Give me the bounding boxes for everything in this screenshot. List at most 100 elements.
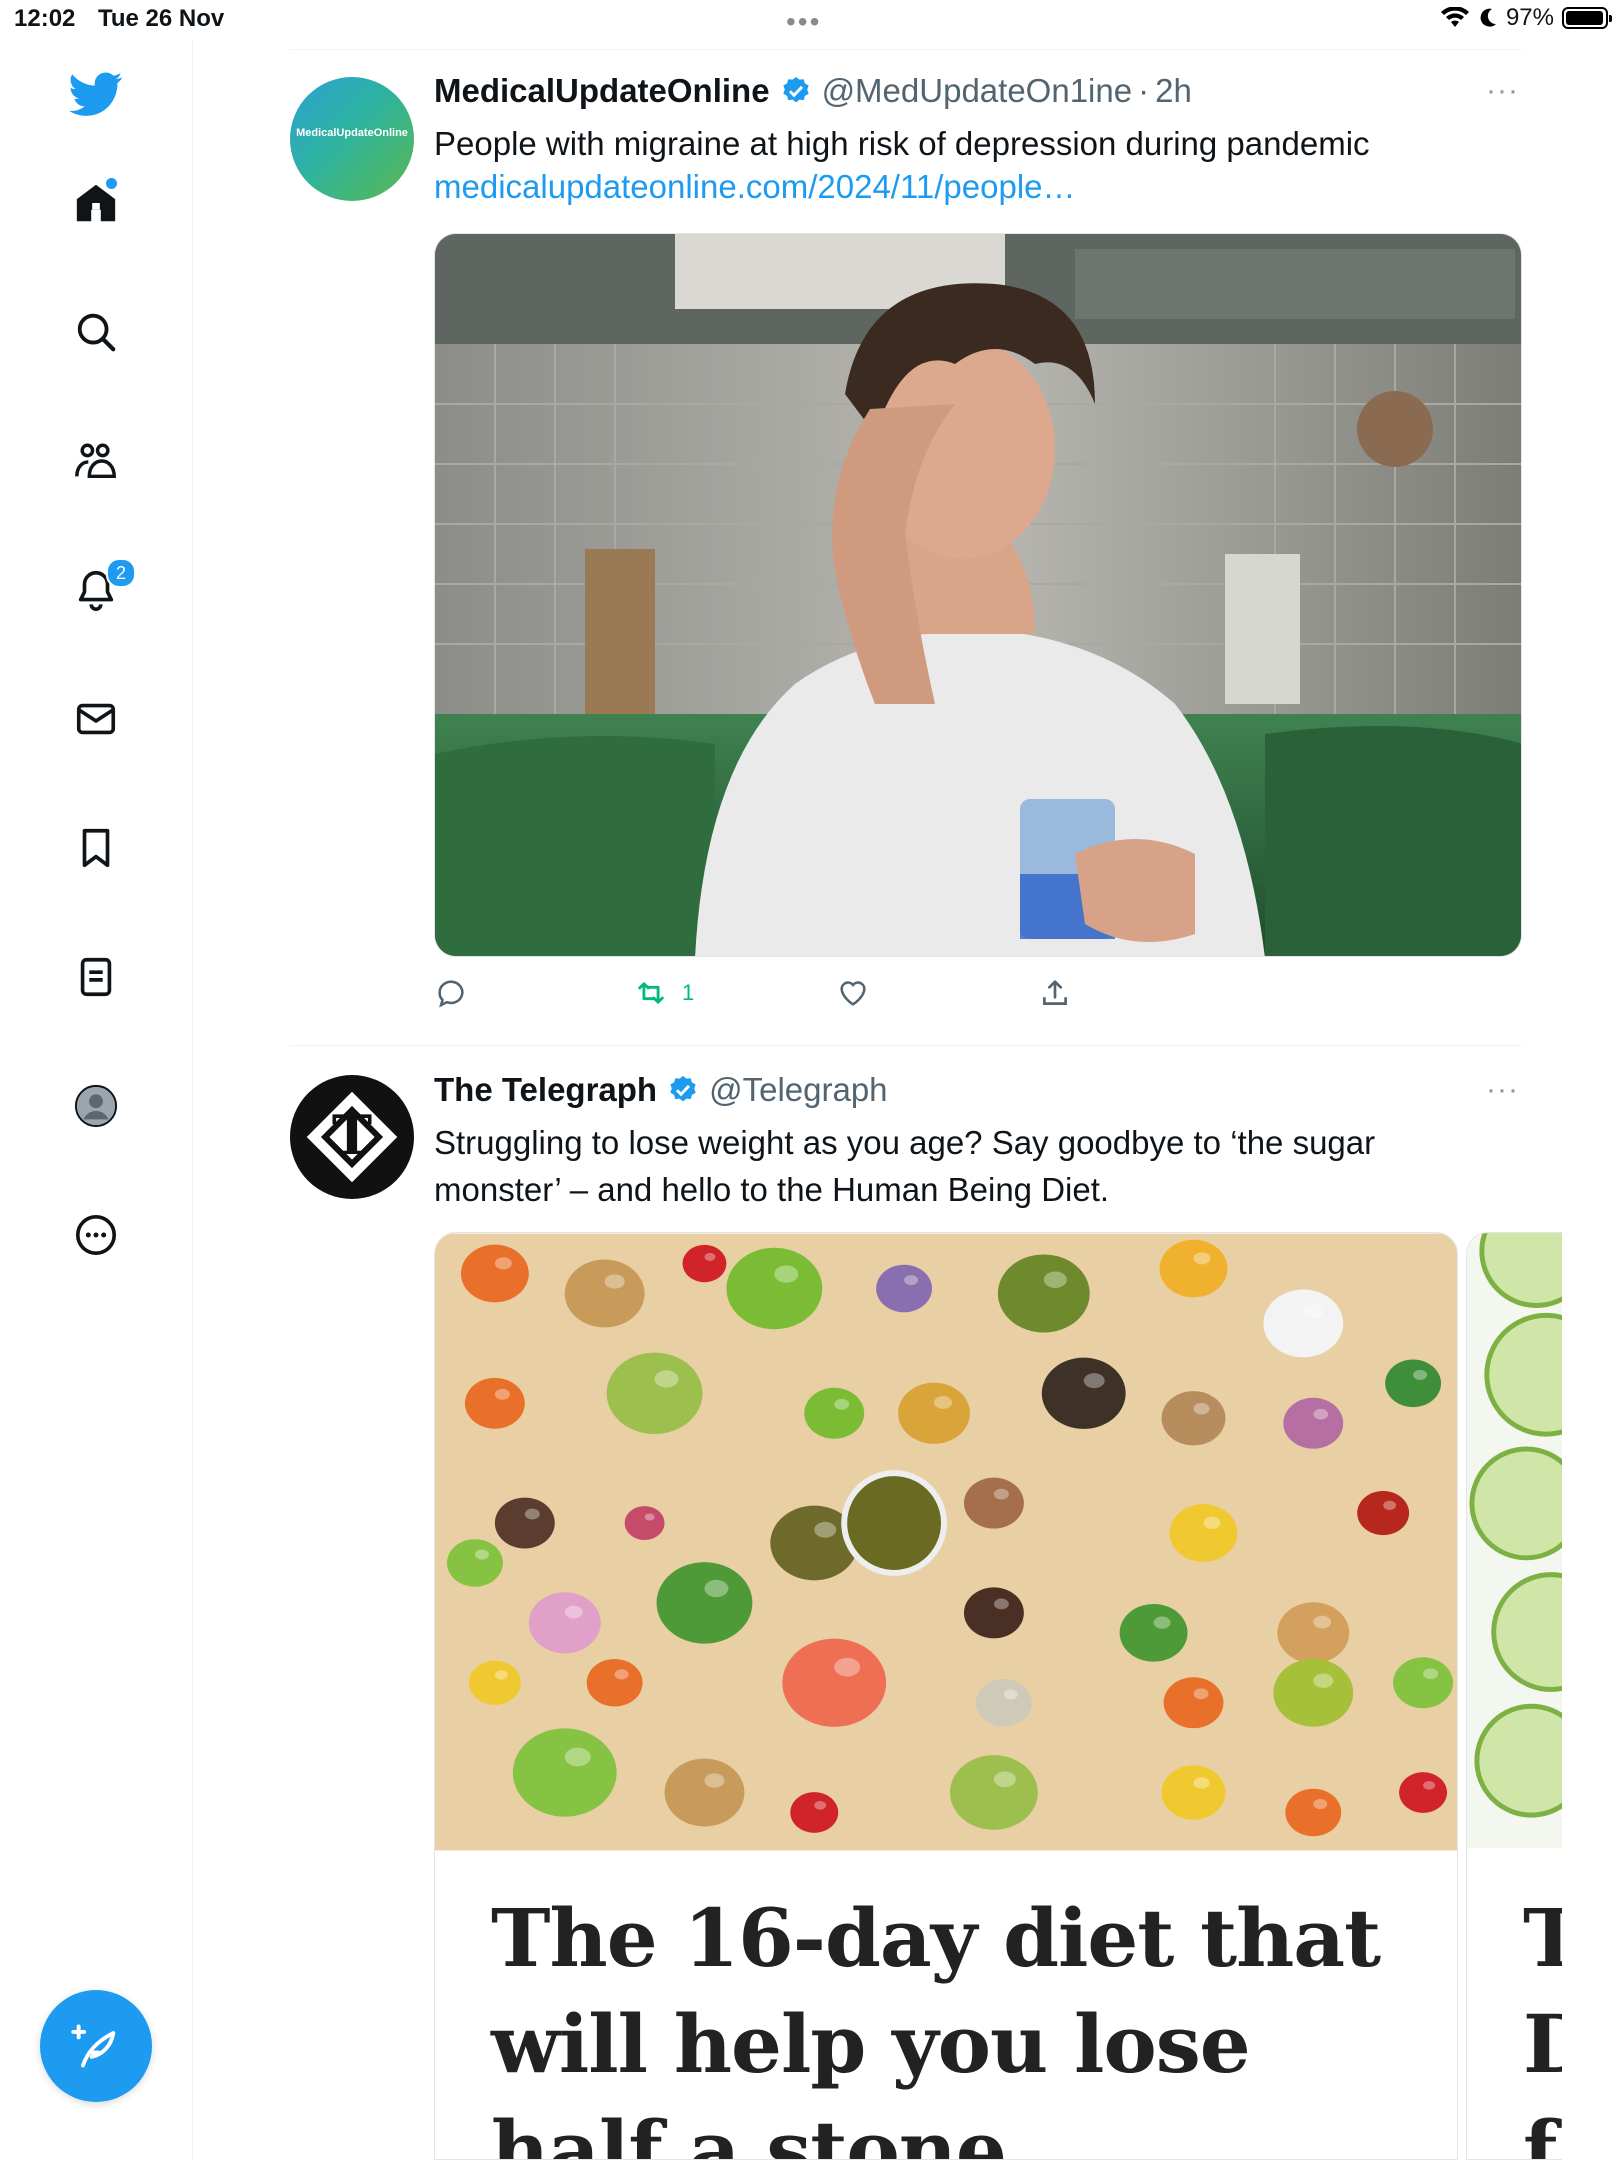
sidebar-item-notifications[interactable]: 2 — [66, 558, 136, 620]
verified-badge-icon — [782, 77, 809, 103]
telegraph-logo-letter: T — [331, 1103, 373, 1167]
vegetable-highlight — [1383, 1500, 1397, 1510]
tweet-more-button[interactable]: ··· — [1486, 74, 1519, 108]
author-handle[interactable]: @Telegraph — [709, 1071, 887, 1109]
vegetable-highlight — [524, 1508, 540, 1520]
status-date: Tue 26 Nov — [98, 5, 225, 32]
vegetable-highlight — [614, 1669, 629, 1680]
retweet-button[interactable]: 1 — [634, 976, 694, 1010]
like-button[interactable] — [836, 976, 870, 1010]
vegetable-shape — [1385, 1359, 1442, 1408]
vegetable-highlight — [1043, 1271, 1067, 1288]
tweet-header: MedicalUpdateOnline @MedUpdateOn1ine · 2… — [434, 72, 1192, 110]
vegetable-shape — [512, 1728, 617, 1817]
vegetable-shape — [1393, 1657, 1454, 1709]
vegetable-shape — [876, 1264, 933, 1313]
vegetable-highlight — [1313, 1408, 1329, 1420]
vegetable-highlight — [993, 1771, 1016, 1788]
author-handle[interactable]: @MedUpdateOn1ine — [822, 72, 1133, 110]
reply-button[interactable] — [434, 976, 468, 1010]
vegetable-highlight — [814, 1800, 827, 1810]
vegetable-shape — [460, 1244, 529, 1303]
feather-plus-icon — [71, 2024, 116, 2068]
vegetable-highlight — [1083, 1373, 1105, 1389]
vegetable-shape — [726, 1247, 823, 1330]
vegetable-highlight — [1193, 1402, 1210, 1415]
tweet-media-photo[interactable] — [434, 233, 1522, 957]
vegetable-shape — [1277, 1602, 1350, 1664]
vegetable-shape — [804, 1387, 865, 1439]
sidebar-item-explore[interactable] — [66, 302, 126, 362]
sidebar-item-home[interactable] — [66, 173, 126, 233]
vegetable-shape — [1041, 1357, 1126, 1429]
vegetable-shape — [586, 1658, 643, 1707]
twitter-logo-icon[interactable] — [62, 60, 130, 128]
vegetable-shape — [1357, 1490, 1410, 1536]
sidebar-item-profile[interactable] — [66, 1076, 126, 1136]
card-next-headline: T D fa — [1523, 1891, 1562, 2160]
battery-fill — [1566, 11, 1603, 25]
link-card[interactable]: The 16-day diet that will help you lose … — [434, 1232, 1458, 2160]
share-icon — [1043, 980, 1067, 1005]
link-card-next[interactable]: T D fa — [1466, 1232, 1562, 2160]
moon-icon — [1480, 8, 1496, 27]
sidebar-item-more[interactable] — [66, 1205, 126, 1265]
vegetable-highlight — [1003, 1689, 1018, 1700]
sidebar-nav: 2 — [0, 40, 193, 2160]
vegetable-shape — [975, 1678, 1032, 1727]
sidebar-item-lists[interactable] — [66, 947, 126, 1007]
vegetable-shape — [468, 1660, 521, 1705]
vegetable-shape — [997, 1254, 1090, 1333]
vegetable-shape — [664, 1758, 745, 1827]
vegetable-shape — [1273, 1658, 1354, 1727]
share-button[interactable] — [1038, 976, 1072, 1010]
vegetable-highlight — [1203, 1516, 1221, 1529]
tweet-text: People with migraine at high risk of dep… — [434, 125, 1370, 162]
author-avatar[interactable]: MedicalUpdateOnline — [290, 77, 414, 201]
sidebar-item-bookmarks[interactable] — [66, 818, 126, 878]
timeline-top-divider — [290, 49, 1522, 50]
bowl-of-beans — [841, 1470, 947, 1576]
tweet-divider — [290, 1045, 1522, 1046]
envelope-icon — [76, 703, 116, 735]
vegetable-shape — [1159, 1239, 1228, 1298]
tweet-more-button[interactable]: ··· — [1486, 1073, 1519, 1107]
author-name[interactable]: MedicalUpdateOnline — [434, 72, 770, 110]
wifi-icon — [1440, 7, 1469, 27]
vegetable-highlight — [1313, 1799, 1328, 1810]
notifications-badge: 2 — [106, 558, 136, 588]
home-new-dot — [106, 178, 117, 189]
vegetable-shape — [1285, 1788, 1342, 1837]
vegetable-highlight — [814, 1521, 837, 1538]
compose-tweet-button[interactable] — [40, 1990, 152, 2102]
vegetable-shape — [782, 1638, 887, 1727]
vegetable-highlight — [494, 1670, 508, 1680]
vegetable-shape — [1161, 1391, 1226, 1446]
vegetable-highlight — [934, 1396, 952, 1409]
vegetable-highlight — [1193, 1777, 1210, 1789]
vegetable-highlight — [904, 1275, 919, 1286]
vegetable-shape — [898, 1382, 970, 1444]
tweet-timestamp[interactable]: 2h — [1155, 72, 1192, 110]
vegetable-shape — [682, 1244, 727, 1283]
status-time: 12:02 — [14, 5, 76, 32]
sidebar-item-communities[interactable] — [66, 431, 126, 491]
vegetable-shape — [528, 1592, 601, 1654]
vegetable-highlight — [1193, 1688, 1209, 1700]
sidebar-item-messages[interactable] — [66, 689, 126, 749]
tweet-link[interactable]: medicalupdateonline.com/2024/11/people… — [434, 168, 1076, 206]
vegetable-highlight — [704, 1579, 729, 1598]
vegetable-highlight — [704, 1773, 725, 1788]
communities-icon — [75, 443, 116, 479]
author-name[interactable]: The Telegraph — [434, 1071, 657, 1109]
vegetable-shape — [656, 1562, 753, 1644]
vegetable-highlight — [834, 1657, 861, 1677]
author-avatar[interactable]: T — [290, 1075, 414, 1199]
vegetable-highlight — [1313, 1673, 1334, 1688]
vegetable-shape — [1169, 1504, 1238, 1562]
avatar-logo-text: MedicalUpdateOnline — [296, 127, 408, 139]
header-separator: · — [1138, 72, 1150, 109]
battery-percent: 97% — [1505, 4, 1554, 31]
vegetable-shape — [949, 1755, 1038, 1830]
multitasking-dots-icon[interactable]: ••• — [786, 6, 821, 38]
